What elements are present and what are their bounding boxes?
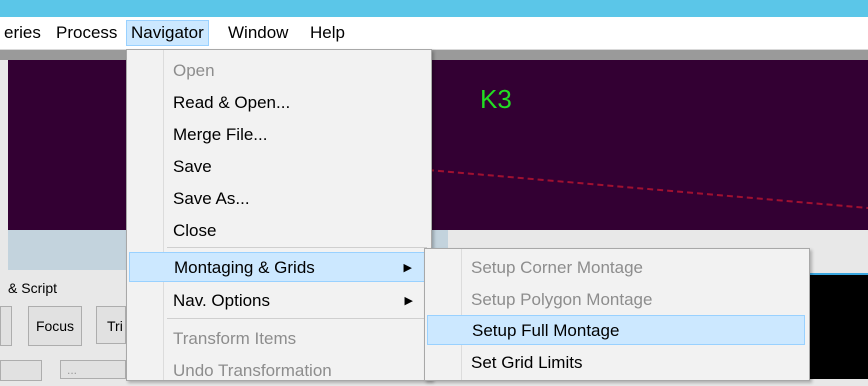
- panel-disabled-button[interactable]: ...: [60, 360, 126, 379]
- montaging-submenu: Setup Corner Montage Setup Polygon Monta…: [424, 248, 810, 381]
- menu-process[interactable]: Process: [52, 21, 121, 45]
- menu-item-open[interactable]: Open: [129, 56, 427, 86]
- menu-separator: [167, 318, 427, 319]
- panel-label: & Script: [8, 280, 58, 296]
- menu-bar: eries Process Navigator Window Help: [0, 17, 868, 50]
- dark-display-pane: [800, 275, 868, 379]
- panel-left-button[interactable]: [0, 306, 12, 346]
- menu-item-setup-polygon-montage[interactable]: Setup Polygon Montage: [427, 285, 805, 315]
- submenu-arrow-icon: ▶: [404, 295, 413, 307]
- panel-bottom-button[interactable]: [0, 360, 42, 381]
- menu-item-merge-file[interactable]: Merge File...: [129, 120, 427, 150]
- title-bar-strip: [0, 0, 868, 17]
- menu-item-read-open[interactable]: Read & Open...: [129, 88, 427, 118]
- menu-item-save[interactable]: Save: [129, 152, 427, 182]
- menu-item-montaging-grids[interactable]: Montaging & Grids ▶: [129, 252, 427, 282]
- menu-item-setup-corner-montage[interactable]: Setup Corner Montage: [427, 253, 805, 283]
- menu-navigator[interactable]: Navigator: [126, 20, 209, 46]
- tri-button[interactable]: Tri: [96, 306, 126, 344]
- menu-help[interactable]: Help: [306, 21, 349, 45]
- menu-window[interactable]: Window: [224, 21, 292, 45]
- menu-series[interactable]: eries: [0, 21, 45, 45]
- menu-item-undo-transformation[interactable]: Undo Transformation: [129, 356, 427, 386]
- menu-item-transform-items[interactable]: Transform Items: [129, 324, 427, 354]
- menu-item-close[interactable]: Close: [129, 216, 427, 246]
- submenu-arrow-icon: ▶: [403, 262, 412, 274]
- menu-separator: [167, 247, 427, 248]
- menu-item-setup-full-montage[interactable]: Setup Full Montage: [427, 315, 805, 345]
- menu-item-set-grid-limits[interactable]: Set Grid Limits: [427, 348, 805, 378]
- focus-button[interactable]: Focus: [28, 306, 82, 346]
- menu-item-nav-options[interactable]: Nav. Options ▶: [129, 286, 427, 316]
- menu-item-save-as[interactable]: Save As...: [129, 184, 427, 214]
- navigator-menu: Open Read & Open... Merge File... Save S…: [126, 49, 432, 381]
